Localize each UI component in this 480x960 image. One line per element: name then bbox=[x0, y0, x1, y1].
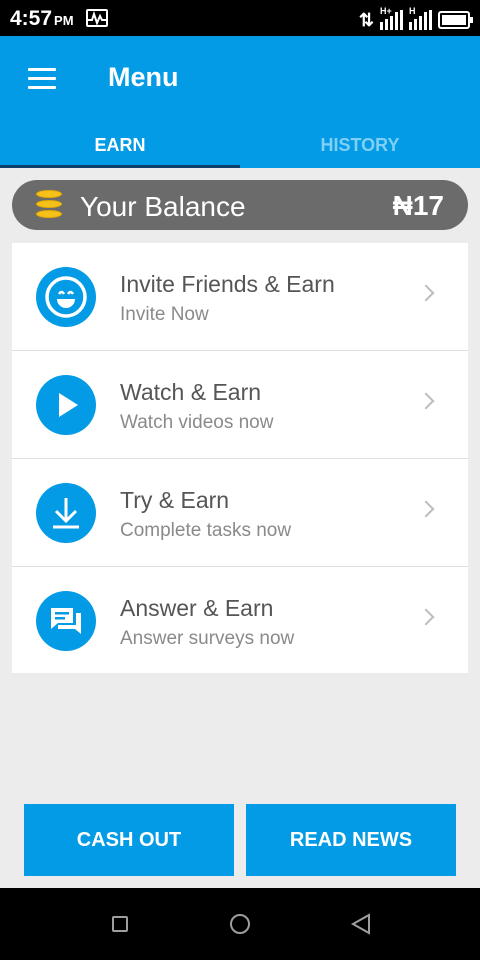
chevron-right-icon bbox=[417, 500, 435, 518]
list-item-watch[interactable]: Watch & Earn Watch videos now bbox=[12, 351, 468, 459]
read-news-button[interactable]: READ NEWS bbox=[246, 804, 456, 876]
tab-history[interactable]: HISTORY bbox=[240, 128, 480, 168]
status-icons: ⇅ H+ H bbox=[358, 6, 473, 30]
network-type-label-2: H bbox=[409, 6, 416, 16]
chat-icon bbox=[36, 591, 96, 651]
chevron-right-icon bbox=[417, 392, 435, 410]
list-item-answer[interactable]: Answer & Earn Answer surveys now bbox=[12, 567, 468, 673]
recents-icon[interactable] bbox=[112, 916, 128, 932]
navigation-bar bbox=[0, 888, 480, 960]
download-icon bbox=[36, 483, 96, 543]
list-item-subtitle: Invite Now bbox=[120, 304, 209, 325]
home-icon[interactable] bbox=[230, 914, 250, 934]
status-ampm: PM bbox=[54, 13, 74, 28]
play-icon bbox=[36, 375, 96, 435]
app-bar: Menu EARN HISTORY bbox=[0, 36, 480, 168]
list-item-title: Answer & Earn bbox=[120, 595, 274, 621]
list-item-title: Invite Friends & Earn bbox=[120, 271, 335, 297]
hamburger-icon[interactable] bbox=[28, 68, 56, 90]
balance-pill: Your Balance ₦17 bbox=[12, 180, 468, 230]
back-icon[interactable] bbox=[350, 912, 372, 936]
list-item-title: Try & Earn bbox=[120, 487, 230, 513]
list-item-invite[interactable]: Invite Friends & Earn Invite Now bbox=[12, 243, 468, 351]
list-item-try[interactable]: Try & Earn Complete tasks now bbox=[12, 459, 468, 567]
data-arrows-icon: ⇅ bbox=[358, 10, 374, 30]
chevron-right-icon bbox=[417, 608, 435, 626]
list-item-title: Watch & Earn bbox=[120, 379, 262, 405]
network-type-label: H+ bbox=[380, 6, 392, 16]
status-bar: 4:57 PM ⇅ H+ H bbox=[0, 0, 480, 36]
status-time-value: 4:57 bbox=[10, 7, 53, 30]
list-item-subtitle: Watch videos now bbox=[120, 412, 274, 433]
balance-value: ₦17 bbox=[392, 190, 444, 221]
list-item-subtitle: Complete tasks now bbox=[120, 520, 292, 541]
coins-icon bbox=[36, 190, 62, 220]
list-item-subtitle: Answer surveys now bbox=[120, 628, 295, 649]
signal-icon-2: H bbox=[409, 6, 432, 30]
smiley-icon bbox=[36, 267, 96, 327]
page-title: Menu bbox=[108, 62, 179, 92]
status-time: 4:57 PM bbox=[10, 7, 74, 31]
chevron-right-icon bbox=[417, 284, 435, 302]
battery-icon bbox=[438, 11, 473, 29]
earn-list: Invite Friends & Earn Invite Now Watch &… bbox=[12, 243, 468, 673]
cash-out-button[interactable]: CASH OUT bbox=[24, 804, 234, 876]
signal-icon: H+ bbox=[380, 6, 403, 30]
tab-earn[interactable]: EARN bbox=[0, 128, 240, 168]
activity-icon bbox=[86, 9, 108, 27]
balance-label: Your Balance bbox=[80, 191, 246, 222]
